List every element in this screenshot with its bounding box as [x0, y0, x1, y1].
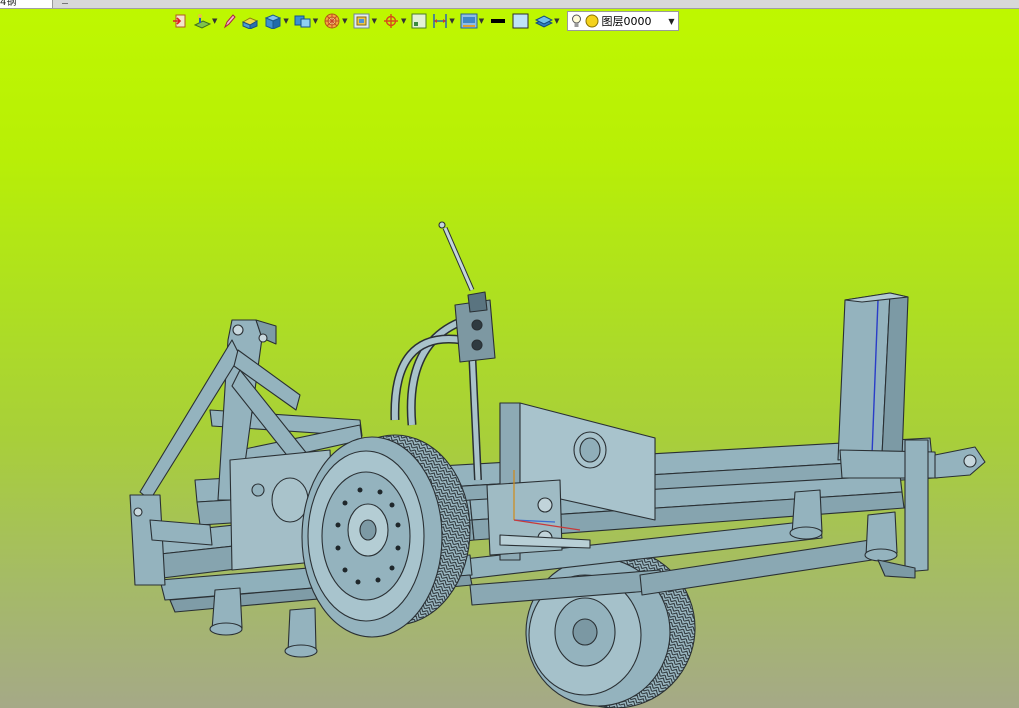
combine-bodies-icon	[294, 15, 311, 28]
pen-button[interactable]	[222, 11, 237, 31]
fill-color-icon	[512, 13, 529, 29]
chevron-down-icon[interactable]: ▼	[401, 17, 406, 25]
dimension-button[interactable]: ▼	[432, 11, 455, 31]
surface-button[interactable]: ▼	[353, 11, 377, 31]
pen-icon	[224, 14, 237, 29]
tab-scroll-arrow[interactable]	[62, 0, 68, 4]
point-crosshair-icon	[383, 14, 398, 28]
document-tab-label: 4钢	[0, 0, 17, 8]
sketch-plane-button[interactable]: ▼	[193, 11, 217, 31]
chevron-down-icon[interactable]: ▼	[668, 17, 674, 26]
combine-bodies-button[interactable]: ▼	[294, 11, 318, 31]
extrude-button[interactable]	[241, 11, 259, 31]
revolve-wheel-icon	[324, 13, 340, 29]
surface-icon	[353, 13, 370, 29]
lightbulb-icon[interactable]	[571, 14, 582, 28]
drawing-sheet-icon	[411, 13, 427, 29]
exit-sketch-icon	[173, 14, 186, 28]
chevron-down-icon[interactable]: ▼	[212, 17, 217, 25]
layer-manager-button[interactable]: ▼	[535, 11, 560, 31]
chevron-down-icon[interactable]: ▼	[449, 17, 454, 25]
center-housing	[486, 402, 656, 561]
exit-sketch-button[interactable]	[172, 11, 188, 31]
chevron-down-icon[interactable]: ▼	[479, 17, 484, 25]
solid-box-button[interactable]: ▼	[264, 11, 289, 31]
model-viewport[interactable]	[0, 40, 1019, 708]
document-tab[interactable]: 4钢	[0, 0, 53, 8]
wedge-plate	[837, 292, 909, 461]
dimension-icon	[433, 14, 448, 28]
extrude-icon	[242, 17, 259, 29]
line-color-icon	[491, 19, 506, 23]
layer-name: 图层0000	[601, 15, 652, 28]
layer-stack-icon	[535, 15, 554, 28]
render-view-button[interactable]: ▼	[460, 11, 484, 31]
chevron-down-icon[interactable]: ▼	[554, 17, 559, 25]
chevron-down-icon[interactable]: ▼	[283, 17, 288, 25]
feature-toolbar: ▼ ▼ ▼ ▼ ▼ ▼ ▼ ▼ ▼ 图层0000 ▼	[172, 10, 679, 32]
point-button[interactable]: ▼	[382, 11, 406, 31]
solid-box-icon	[265, 14, 282, 29]
layer-color-icon[interactable]	[585, 14, 599, 28]
front-wheel	[301, 434, 471, 638]
sketch-plane-icon	[193, 14, 211, 29]
revolve-button[interactable]: ▼	[323, 11, 348, 31]
chevron-down-icon[interactable]: ▼	[313, 17, 318, 25]
layer-selector[interactable]: 图层0000 ▼	[566, 11, 679, 31]
title-strip	[0, 0, 1019, 9]
fill-color-button[interactable]	[512, 11, 530, 31]
chevron-down-icon[interactable]: ▼	[342, 17, 347, 25]
line-color-button[interactable]	[489, 11, 507, 31]
chevron-down-icon[interactable]: ▼	[372, 17, 377, 25]
drawing-sheet-button[interactable]	[411, 11, 427, 31]
render-view-icon	[460, 13, 478, 29]
